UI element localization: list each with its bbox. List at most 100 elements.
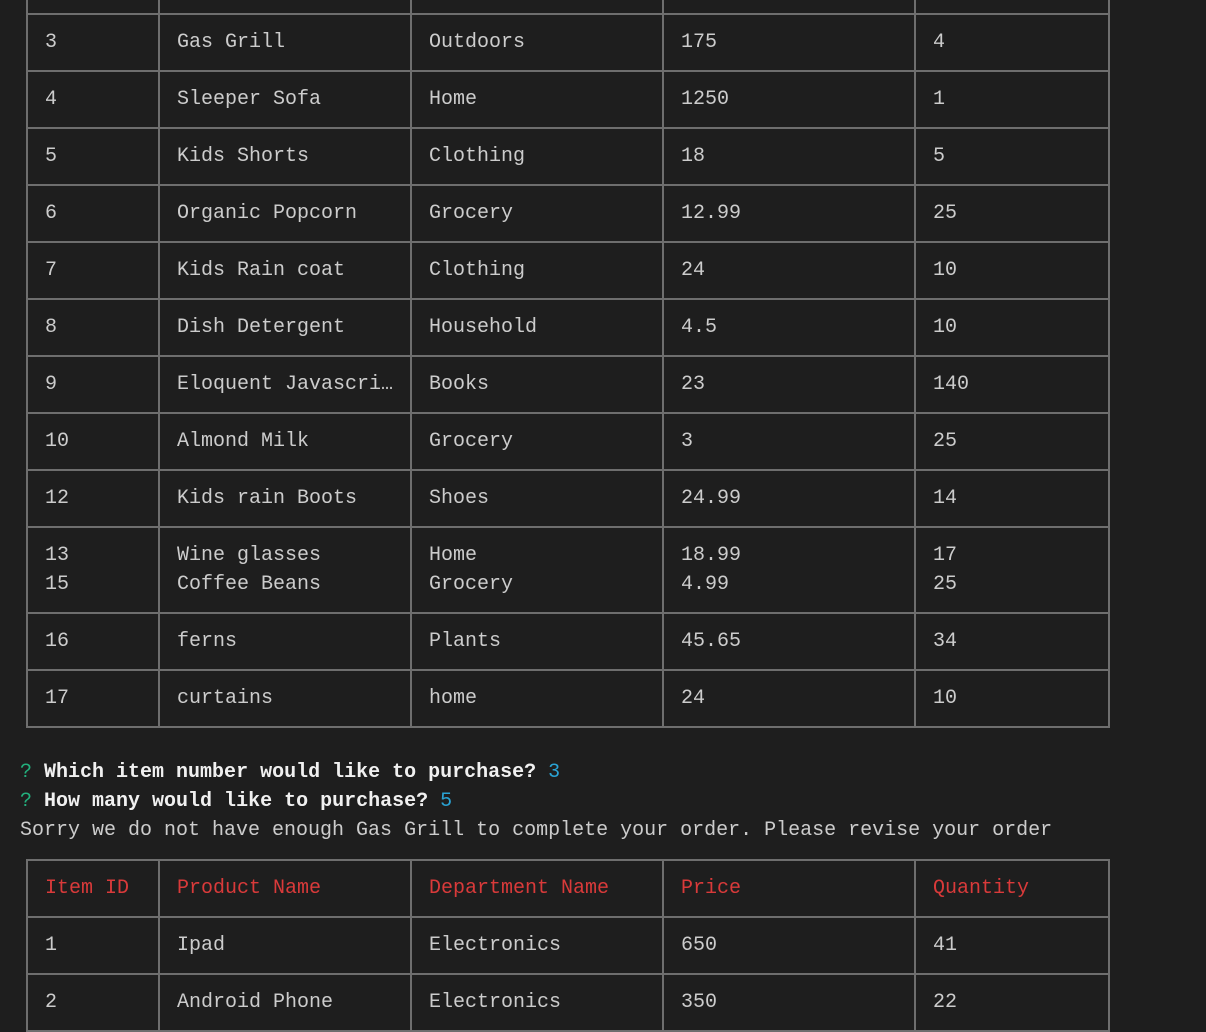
prompt-question: Which item number would like to purchase… [44,761,537,784]
table-row: 12 Kids rain Boots Shoes 24.99 14 [28,471,1108,528]
table-row: 2 Android Phone Electronics 350 22 [28,975,1108,1032]
cell-text: Android Phone [177,991,334,1014]
cell-text: 3 [45,31,58,54]
table-cell: Almond Milk [160,414,412,469]
table-row: 6 Organic Popcorn Grocery 12.99 25 [28,186,1108,243]
products-table: 3 Gas Grill Outdoors 175 4 4 Sleeper Sofa Home 1… [26,0,1110,728]
cell-text: 10 [933,316,958,339]
cell-text: 13 [45,544,70,567]
cell-text: 24.99 [681,487,742,510]
table-cell: 45.65 [664,614,916,669]
table-cell [160,0,412,13]
cell-text: 3 [681,430,694,453]
table-cell: 14 [916,471,1108,526]
cell-text: Household [429,316,538,339]
cell-text: Gas Grill [177,31,286,54]
table-cell: Kids Rain coat [160,243,412,298]
cell-text: 5 [45,145,58,168]
prompt-answer: 5 [440,790,453,813]
table-cell: 10 [916,671,1108,726]
cell-text: ferns [177,630,238,653]
table-cell: Household [412,300,664,355]
cell-text: Kids Shorts [177,145,310,168]
table-cell: 140 [916,357,1108,412]
cell-text: 17 [933,544,958,567]
cell-text: 22 [933,991,958,1014]
cell-text: Outdoors [429,31,526,54]
cell-text: Wine glasses [177,544,322,567]
column-header-label: Item ID [45,877,130,900]
table-row: 13 15 Wine glasses Coffee Beans Home Grocery 1… [28,528,1108,614]
table-row: 17 curtains home 24 10 [28,671,1108,728]
table-cell: 1 [916,72,1108,127]
table-cell: 13 15 [28,528,160,612]
cell-text: 25 [933,430,958,453]
table-cell: 7 [28,243,160,298]
table-cell: 5 [28,129,160,184]
table-cell [664,0,916,13]
table-cell: 4 [28,72,160,127]
cell-text: 18.99 [681,544,742,567]
table-cell: Wine glasses Coffee Beans [160,528,412,612]
cell-text: 23 [681,373,706,396]
cell-text: 175 [681,31,718,54]
cell-text: 25 [933,202,958,225]
table-cell: 4.5 [664,300,916,355]
table-header-row: Item ID Product Name Department Name Price Q… [28,861,1108,918]
column-header: Price [664,861,916,916]
table-cell: Outdoors [412,15,664,70]
table-cell: Electronics [412,975,664,1030]
table-cell: 24 [664,243,916,298]
cell-text: Ipad [177,934,226,957]
table-cell: Clothing [412,243,664,298]
cell-text: 1250 [681,88,730,111]
cell-text: Almond Milk [177,430,310,453]
cell-text: 6 [45,202,58,225]
table-cell: Electronics [412,918,664,973]
cell-text: Home [429,544,478,567]
table-cell: Eloquent Javascri… [160,357,412,412]
cell-text: 10 [45,430,70,453]
table-row: 7 Kids Rain coat Clothing 24 10 [28,243,1108,300]
table-cell: Dish Detergent [160,300,412,355]
column-header-label: Product Name [177,877,322,900]
table-cell: Kids Shorts [160,129,412,184]
column-header: Department Name [412,861,664,916]
column-header: Quantity [916,861,1108,916]
table-cell: 4 [916,15,1108,70]
table-cell: Sleeper Sofa [160,72,412,127]
table-row: 16 ferns Plants 45.65 34 [28,614,1108,671]
table-cell: 12.99 [664,186,916,241]
cell-text: Electronics [429,934,562,957]
cell-text: Grocery [429,430,514,453]
prompt-question: How many would like to purchase? [44,790,429,813]
cell-text: 1 [933,88,946,111]
table-cell [28,0,160,13]
cell-text: 16 [45,630,70,653]
table-row: 1 Ipad Electronics 650 41 [28,918,1108,975]
cell-text: home [429,687,478,710]
table-cell: 41 [916,918,1108,973]
table-cell: 24 [664,671,916,726]
table-cell: 1 [28,918,160,973]
table-cell: Plants [412,614,664,669]
table-cell: Kids rain Boots [160,471,412,526]
cell-text: Coffee Beans [177,573,322,596]
table-cell: 9 [28,357,160,412]
table-cell: 18 [664,129,916,184]
error-message: Sorry we do not have enough Gas Grill to… [20,819,1053,842]
table-cell: Grocery [412,414,664,469]
column-header-label: Department Name [429,877,610,900]
table-row: 8 Dish Detergent Household 4.5 10 [28,300,1108,357]
table-row: 9 Eloquent Javascri… Books 23 140 [28,357,1108,414]
cell-text: Electronics [429,991,562,1014]
cell-text: 17 [45,687,70,710]
cell-text: 650 [681,934,718,957]
table-cell: Grocery [412,186,664,241]
cell-text: Dish Detergent [177,316,346,339]
cell-text: Grocery [429,573,514,596]
cell-text: 34 [933,630,958,653]
table-cell: 10 [28,414,160,469]
cell-text: Kids rain Boots [177,487,358,510]
cell-text: 4.99 [681,573,730,596]
